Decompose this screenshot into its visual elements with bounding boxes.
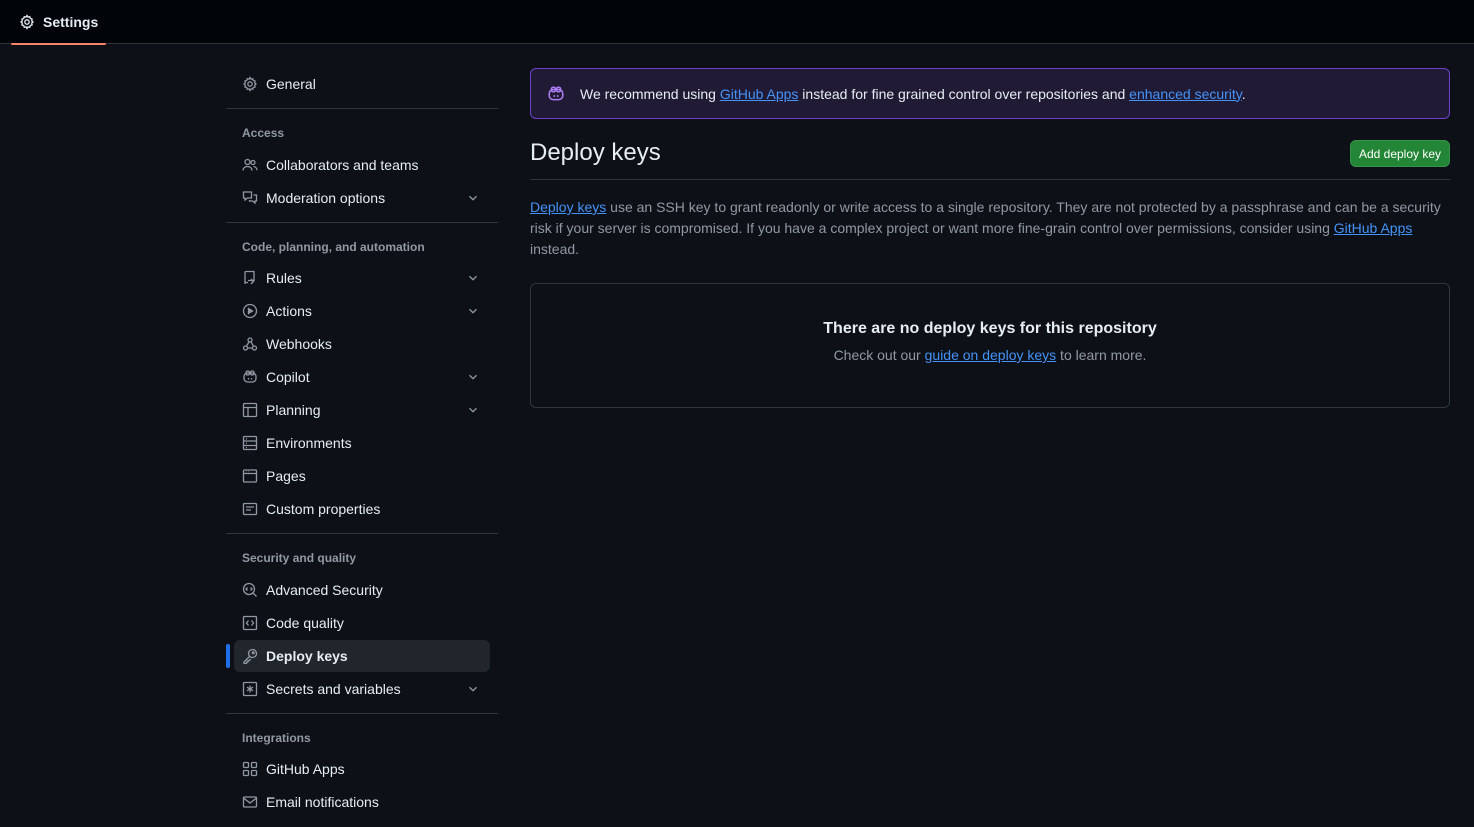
webhook-icon (242, 336, 258, 352)
deploy-keys-link[interactable]: Deploy keys (530, 199, 606, 215)
copilot-icon (547, 85, 565, 103)
sidebar-item-label: Environments (266, 435, 352, 451)
sidebar-item-pages[interactable]: Pages (234, 460, 490, 492)
banner-github-apps-link[interactable]: GitHub Apps (720, 86, 799, 102)
sidebar-item-label: Rules (266, 270, 302, 286)
chevron-down-icon[interactable] (466, 403, 480, 417)
sidebar-item-moderation[interactable]: Moderation options (234, 182, 490, 214)
sidebar-item-copilot[interactable]: Copilot (234, 361, 490, 393)
empty-state: There are no deploy keys for this reposi… (530, 283, 1450, 408)
note-icon (242, 501, 258, 517)
sidebar-item-label: Collaborators and teams (266, 157, 419, 173)
code-square-icon (242, 615, 258, 631)
sidebar-item-label: Planning (266, 402, 321, 418)
sidebar-item-label: Actions (266, 303, 312, 319)
tab-settings[interactable]: Settings (11, 0, 106, 45)
page-title: Deploy keys (530, 139, 661, 166)
comment-discussion-icon (242, 190, 258, 206)
sidebar-item-rules[interactable]: Rules (234, 262, 490, 294)
key-icon (242, 648, 258, 664)
banner-suffix: . (1241, 85, 1246, 102)
sidebar-item-collaborators[interactable]: Collaborators and teams (234, 149, 490, 181)
sidebar-item-label: Moderation options (266, 190, 386, 206)
section-heading-access: Access (242, 126, 285, 140)
sidebar-item-custom-properties[interactable]: Custom properties (234, 493, 490, 525)
play-icon (242, 303, 258, 319)
asterisk-square-icon (242, 681, 258, 697)
sidebar-item-deploy-keys[interactable]: Deploy keys (234, 640, 490, 672)
github-apps-link[interactable]: GitHub Apps (1334, 220, 1413, 236)
top-header: Settings (0, 0, 1474, 45)
sidebar-divider (226, 533, 498, 534)
chevron-down-icon[interactable] (466, 304, 480, 318)
sidebar-item-webhooks[interactable]: Webhooks (234, 328, 490, 360)
sidebar-item-github-apps[interactable]: GitHub Apps (234, 753, 490, 785)
sidebar-item-label: GitHub Apps (266, 761, 345, 777)
apps-icon (242, 761, 258, 777)
server-icon (242, 435, 258, 451)
sidebar-divider (226, 713, 498, 714)
sidebar-item-label: Advanced Security (266, 582, 383, 598)
chevron-down-icon[interactable] (466, 682, 480, 696)
browser-icon (242, 468, 258, 484)
add-deploy-key-button[interactable]: Add deploy key (1350, 140, 1450, 167)
empty-prefix: Check out our (833, 347, 925, 363)
sidebar-item-environments[interactable]: Environments (234, 427, 490, 459)
description-text: use an SSH key to grant readonly or writ… (530, 199, 1441, 236)
banner-prefix: We recommend using (580, 85, 720, 102)
sidebar-item-label: Webhooks (266, 336, 332, 352)
banner-enhanced-security-link[interactable]: enhanced security (1129, 86, 1242, 102)
deploy-keys-description: Deploy keys use an SSH key to grant read… (530, 197, 1450, 260)
chevron-down-icon[interactable] (466, 271, 480, 285)
people-icon (242, 157, 258, 173)
guide-on-deploy-keys-link[interactable]: guide on deploy keys (925, 347, 1057, 363)
section-heading-code: Code, planning, and automation (242, 240, 425, 254)
codescan-icon (242, 582, 258, 598)
sidebar-item-label: Custom properties (266, 501, 381, 517)
banner-text: We recommend using GitHub Apps instead f… (580, 86, 1246, 102)
section-heading-security: Security and quality (242, 551, 357, 565)
chevron-down-icon[interactable] (466, 191, 480, 205)
tab-settings-label: Settings (43, 14, 99, 30)
sidebar-item-email-notifications[interactable]: Email notifications (234, 786, 490, 818)
empty-state-title: There are no deploy keys for this reposi… (823, 320, 1157, 337)
table-icon (242, 402, 258, 418)
sidebar-item-label: General (266, 76, 316, 92)
gear-icon (19, 14, 35, 30)
sidebar-item-advanced-security[interactable]: Advanced Security (234, 574, 490, 606)
sidebar-item-label: Deploy keys (266, 648, 348, 664)
sidebar-item-general[interactable]: General (234, 68, 490, 100)
sidebar-item-label: Code quality (266, 615, 344, 631)
description-suffix: instead. (530, 241, 580, 257)
banner-middle: instead for fine grained control over re… (798, 85, 1130, 102)
sidebar-item-label: Email notifications (266, 794, 379, 810)
sidebar-item-planning[interactable]: Planning (234, 394, 490, 426)
gear-icon (242, 76, 258, 92)
empty-state-subtitle: Check out our guide on deploy keys to le… (531, 347, 1449, 363)
copilot-icon (242, 369, 258, 385)
sidebar-item-actions[interactable]: Actions (234, 295, 490, 327)
sidebar-divider (226, 222, 498, 223)
empty-suffix: to learn more. (1056, 347, 1147, 363)
sidebar-item-code-quality[interactable]: Code quality (234, 607, 490, 639)
sidebar-item-secrets[interactable]: Secrets and variables (234, 673, 490, 705)
title-divider (530, 179, 1450, 180)
active-indicator (226, 644, 230, 668)
sidebar-item-label: Pages (266, 468, 306, 484)
sidebar-item-label: Secrets and variables (266, 681, 401, 697)
sidebar-item-label: Copilot (266, 369, 310, 385)
repo-push-icon (242, 270, 258, 286)
chevron-down-icon[interactable] (466, 370, 480, 384)
section-heading-integrations: Integrations (242, 731, 311, 745)
sidebar-divider (226, 108, 498, 109)
mail-icon (242, 794, 258, 810)
github-apps-banner: We recommend using GitHub Apps instead f… (530, 68, 1450, 119)
